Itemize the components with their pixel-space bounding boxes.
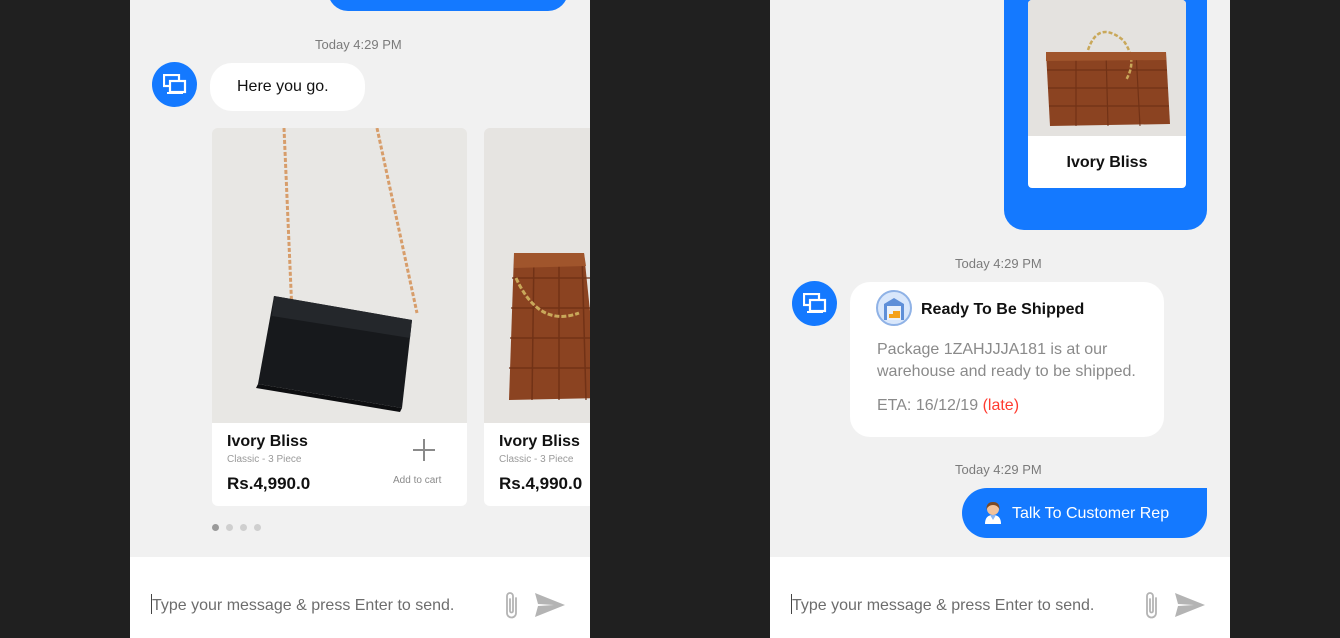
attachment-icon[interactable] [503,589,521,621]
message-input[interactable]: Type your message & press Enter to send. [792,597,1094,615]
chat-bot-icon [803,293,827,313]
product-name[interactable]: Ivory Bliss [1028,154,1186,172]
product-name[interactable]: Ivory Bliss [499,433,580,451]
product-subtitle: Classic - 3 Piece [499,454,574,465]
product-image-brown-bag[interactable] [1028,0,1186,136]
product-image-black-bag[interactable] [212,128,467,423]
message-composer: Type your message & press Enter to send. [770,557,1230,638]
rep-button-label[interactable]: Talk To Customer Rep [1012,505,1169,523]
product-name[interactable]: Ivory Bliss [227,433,308,451]
carousel-dot[interactable] [240,524,247,531]
status-title: Ready To Be Shipped [921,301,1085,318]
bot-avatar [792,281,837,326]
shipping-status-card: Ready To Be Shipped Package 1ZAHJJJA181 … [850,282,1164,437]
bot-message-text: Here you go. [237,78,329,95]
chat-bot-icon [163,74,187,94]
message-input[interactable]: Type your message & press Enter to send. [152,597,454,615]
eta-date: ETA: 16/12/19 [877,397,979,414]
status-description: Package 1ZAHJJJA181 is at our warehouse … [877,341,1136,380]
product-card[interactable]: Ivory Bliss Classic - 3 Piece Rs.4,990.0… [212,128,467,506]
product-price: Rs.4,990.0 [499,474,583,493]
sent-message-bubble [328,0,568,11]
attachment-icon[interactable] [1143,589,1161,621]
late-badge: (late) [982,397,1020,414]
carousel-dot[interactable] [212,524,219,531]
chat-panel-right: Ivory Bliss Today 4:29 PM Ready To Be Sh… [770,0,1230,638]
send-icon[interactable] [1174,592,1206,618]
warehouse-icon [876,290,912,326]
product-image-brown-bag[interactable] [484,128,590,423]
message-timestamp: Today 4:29 PM [315,37,402,52]
eta-line: ETA: 16/12/19 (late) [877,397,1019,415]
carousel-dot[interactable] [254,524,261,531]
bot-avatar [152,62,197,107]
product-subtitle: Classic - 3 Piece [227,454,302,465]
carousel-pagination[interactable] [212,518,268,536]
bot-message-bubble: Here you go. [210,63,365,111]
sent-product-bubble: Ivory Bliss [1004,0,1207,230]
product-price: Rs.4,990.0 [227,474,311,493]
message-timestamp: Today 4:29 PM [955,256,1042,271]
sent-product-card[interactable]: Ivory Bliss [1028,0,1186,188]
chat-panel-left: Today 4:29 PM Here you go. Ivory Bliss C… [130,0,590,638]
message-timestamp: Today 4:29 PM [955,462,1042,477]
customer-rep-icon [985,502,1001,524]
message-composer: Type your message & press Enter to send. [130,557,590,638]
carousel-dot[interactable] [226,524,233,531]
product-card[interactable]: Ivory Bliss Classic - 3 Piece Rs.4,990.0 [484,128,590,506]
talk-to-customer-rep-button[interactable]: Talk To Customer Rep [962,488,1207,538]
plus-icon[interactable] [412,439,436,463]
add-to-cart-button[interactable]: Add to cart [393,475,441,486]
send-icon[interactable] [534,592,566,618]
